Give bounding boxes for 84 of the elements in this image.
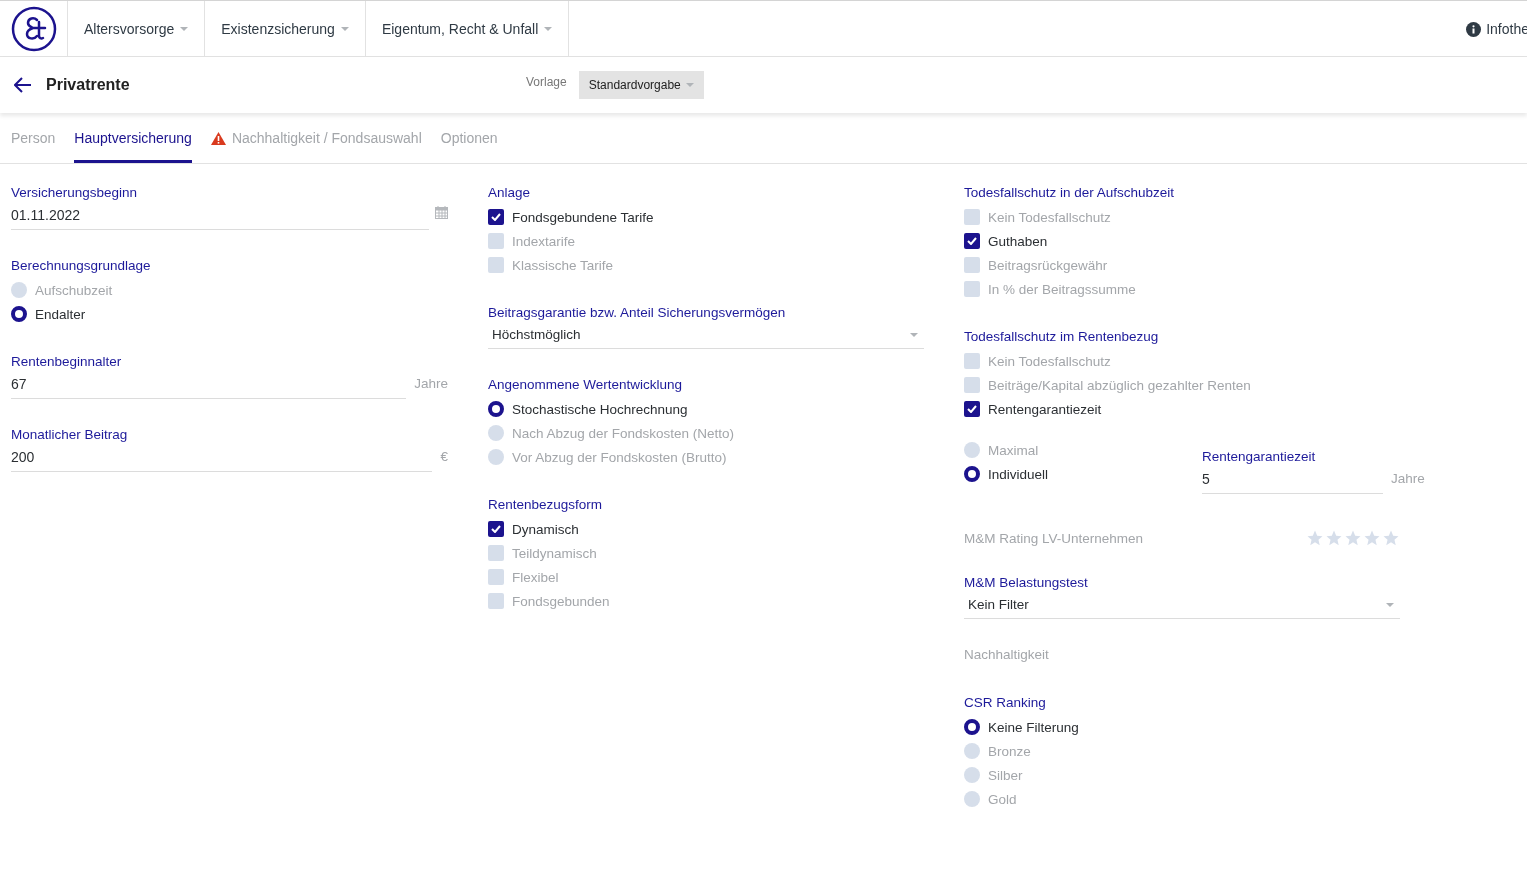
radio-button[interactable]	[488, 449, 504, 465]
checkmark-icon	[967, 237, 977, 245]
section-label: Monatlicher Beitrag	[11, 426, 129, 443]
radio-option[interactable]: Keine Filterung	[964, 715, 1400, 739]
checkbox[interactable]	[488, 569, 504, 585]
caret-icon	[544, 26, 553, 31]
caret-icon	[1386, 602, 1394, 607]
section-label: Rentenbeginnalter	[11, 353, 123, 370]
checkbox[interactable]	[488, 521, 504, 537]
nav-menu-item[interactable]: Existenzsicherung	[205, 1, 366, 56]
checkbox-option[interactable]: Rentengarantiezeit	[964, 397, 1400, 421]
caret-icon	[340, 26, 349, 31]
input-field[interactable]: 67	[11, 374, 407, 399]
checkbox-option[interactable]: Fondsgebundene Tarife	[488, 205, 924, 229]
checkbox[interactable]	[488, 593, 504, 609]
unit-label: Jahre	[1391, 471, 1425, 488]
template-dropdown[interactable]: Standardvorgabe	[578, 71, 704, 99]
calendar-icon[interactable]	[435, 206, 448, 219]
rating-label: M&M Rating LV-Unternehmen	[964, 529, 1144, 547]
unit-label: Jahre	[414, 376, 448, 393]
checkmark-icon	[491, 213, 501, 221]
checkbox[interactable]	[488, 257, 504, 273]
radio-button[interactable]	[11, 282, 27, 298]
checkbox[interactable]	[964, 401, 980, 417]
caret-icon	[685, 83, 694, 87]
dropdown[interactable]: Kein Filter	[964, 595, 1400, 619]
caret-icon	[910, 332, 918, 337]
input-field[interactable]: 5	[1202, 469, 1383, 494]
star-icon	[1382, 529, 1400, 547]
checkbox[interactable]	[964, 353, 980, 369]
radio-button[interactable]	[488, 425, 504, 441]
checkbox[interactable]	[488, 209, 504, 225]
radio-button[interactable]	[964, 466, 980, 482]
radio-button[interactable]	[964, 719, 980, 735]
checkbox[interactable]	[964, 257, 980, 273]
section-label: Todesfallschutz in der Aufschubzeit	[964, 184, 1176, 201]
checkbox[interactable]	[488, 545, 504, 561]
dropdown[interactable]: Höchstmöglich	[488, 325, 924, 349]
back-arrow-icon[interactable]	[14, 77, 32, 93]
radio-option[interactable]: Endalter	[11, 302, 448, 326]
section-label: Todesfallschutz im Rentenbezug	[964, 328, 1160, 345]
caret-icon	[180, 26, 189, 31]
logo-icon[interactable]	[10, 5, 57, 52]
section-label: M&M Belastungstest	[964, 574, 1089, 591]
checkbox[interactable]	[488, 233, 504, 249]
section-label: Beitragsgarantie bzw. Anteil Sicherungsvermögen	[488, 304, 787, 321]
checkbox-option[interactable]: Guthaben	[964, 229, 1400, 253]
checkbox[interactable]	[964, 209, 980, 225]
checkbox-option[interactable]: Dynamisch	[488, 517, 924, 541]
checkbox[interactable]	[964, 377, 980, 393]
section-label: Rentenbezugsform	[488, 496, 604, 513]
star-icon	[1344, 529, 1362, 547]
radio-button[interactable]	[488, 401, 504, 417]
info-icon	[1466, 21, 1482, 37]
section-label: Versicherungsbeginn	[11, 184, 139, 201]
tab[interactable]: Hauptversicherung	[74, 113, 192, 163]
nav-menu-item[interactable]: Altersvorsorge	[68, 1, 206, 56]
star-icon	[1363, 529, 1381, 547]
input-field[interactable]: 01.11.2022	[11, 205, 429, 230]
section-label: Berechnungsgrundlage	[11, 257, 152, 274]
page-title: Privatrente	[46, 76, 131, 94]
radio-button[interactable]	[964, 767, 980, 783]
star-icon	[1325, 529, 1343, 547]
radio-button[interactable]	[964, 791, 980, 807]
checkmark-icon	[967, 405, 977, 413]
radio-option[interactable]: Stochastische Hochrechnung	[488, 397, 924, 421]
unit-label: €	[440, 449, 448, 466]
radio-button[interactable]	[11, 306, 27, 322]
section-label: Anlage	[488, 184, 532, 201]
section-label: CSR Ranking	[964, 694, 1047, 711]
section-label: Nachhaltigkeit	[964, 646, 1050, 663]
nav-menu-item[interactable]: Eigentum, Recht & Unfall	[365, 1, 570, 56]
radio-button[interactable]	[964, 743, 980, 759]
checkmark-icon	[491, 525, 501, 533]
template-label: Vorlage	[526, 75, 567, 89]
star-icon	[1306, 529, 1324, 547]
warning-icon	[210, 131, 226, 145]
checkbox[interactable]	[964, 233, 980, 249]
radio-option[interactable]: Individuell	[964, 462, 1049, 486]
section-label: Angenommene Wertentwicklung	[488, 376, 684, 393]
field-label: Rentengarantiezeit	[1202, 448, 1317, 465]
input-field[interactable]: 200	[11, 447, 433, 472]
radio-button[interactable]	[964, 442, 980, 458]
checkbox[interactable]	[964, 281, 980, 297]
